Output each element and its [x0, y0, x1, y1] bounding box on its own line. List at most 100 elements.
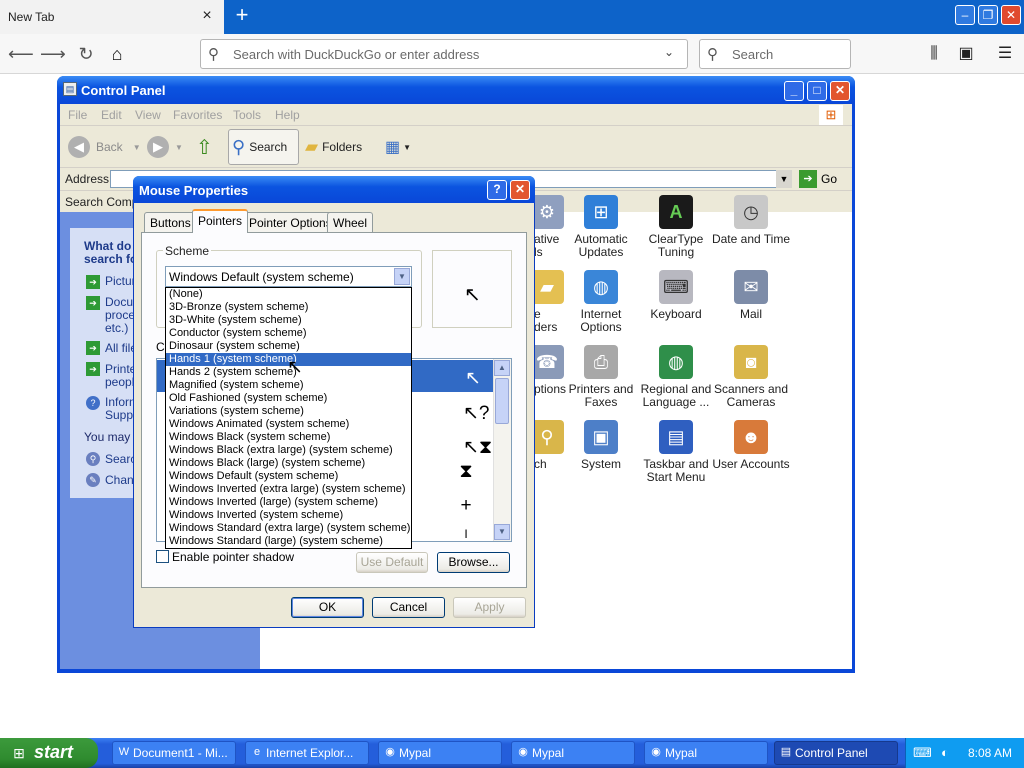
cp-item-mail[interactable]: ✉ Mail: [711, 270, 791, 321]
scheme-option[interactable]: Conductor (system scheme): [166, 327, 411, 340]
network-tray-icon[interactable]: ◐: [941, 745, 949, 760]
address-dropdown-icon[interactable]: ▼: [776, 170, 792, 188]
search-button[interactable]: ⚲ Search: [232, 134, 287, 160]
menu-favorites[interactable]: Favorites: [173, 108, 222, 122]
scheme-option[interactable]: Windows Animated (system scheme): [166, 418, 411, 431]
reload-icon[interactable]: ↻: [74, 42, 98, 66]
scroll-up-icon[interactable]: ▲: [494, 360, 510, 376]
scheme-option[interactable]: Windows Inverted (extra large) (system s…: [166, 483, 411, 496]
cp-item-date-and-time[interactable]: ◷ Date and Time: [711, 195, 791, 246]
sidebar-icon[interactable]: ▣: [955, 43, 977, 65]
menu-icon[interactable]: ☰: [994, 43, 1016, 65]
chevron-down-icon: ▼: [132, 142, 141, 152]
cp-item-regional-language[interactable]: ◍ Regional and Language ...: [636, 345, 716, 409]
forward-button[interactable]: ▶ ▼: [147, 134, 183, 160]
task-link-printers[interactable]: Printe peopl: [105, 363, 136, 389]
search-bar[interactable]: Search: [699, 39, 851, 69]
cp-item-taskbar-start-menu[interactable]: ▤ Taskbar and Start Menu: [636, 420, 716, 484]
scheme-option[interactable]: Variations (system scheme): [166, 405, 411, 418]
search-icon: ⚲: [707, 46, 718, 63]
scheme-option[interactable]: 3D-Bronze (system scheme): [166, 301, 411, 314]
restore-window-button[interactable]: ❐: [978, 5, 998, 25]
close-tab-icon[interactable]: ×: [200, 8, 214, 24]
pointer-shadow-checkbox[interactable]: [156, 550, 169, 563]
scheme-select[interactable]: Windows Default (system scheme): [165, 266, 412, 287]
help-button[interactable]: ?: [487, 180, 507, 200]
back-arrow-icon[interactable]: ⟵: [8, 42, 34, 66]
forward-arrow-icon[interactable]: ⟶: [40, 42, 66, 66]
task-link-pictures[interactable]: Pictur: [105, 275, 136, 287]
scheme-option[interactable]: Dinosaur (system scheme): [166, 340, 411, 353]
back-button[interactable]: ◀ Back ▼: [68, 134, 141, 160]
tab-pointers[interactable]: Pointers: [192, 209, 249, 233]
chevron-down-icon[interactable]: ⌄: [664, 45, 674, 59]
windows-logo-icon: ⊞: [819, 105, 843, 125]
arrow-icon: ➔: [86, 275, 100, 289]
new-tab-icon[interactable]: +: [232, 4, 252, 26]
up-folder-icon[interactable]: ⇧: [196, 134, 213, 160]
scheme-option[interactable]: Windows Inverted (large) (system scheme): [166, 496, 411, 509]
scheme-option[interactable]: Windows Inverted (system scheme): [166, 509, 411, 522]
dialog-titlebar[interactable]: Mouse Properties: [133, 176, 535, 203]
scheme-option[interactable]: 3D-White (system scheme): [166, 314, 411, 327]
library-icon[interactable]: ⫼: [923, 43, 945, 65]
keyboard-tray-icon[interactable]: ⌨: [913, 745, 932, 761]
cp-item-keyboard[interactable]: ⌨ Keyboard: [636, 270, 716, 321]
scheme-option[interactable]: Windows Standard (extra large) (system s…: [166, 522, 411, 535]
address-label: Address: [65, 172, 110, 186]
url-bar[interactable]: Search with DuckDuckGo or enter address: [200, 39, 688, 69]
scheme-option[interactable]: Old Fashioned (system scheme): [166, 392, 411, 405]
maximize-button[interactable]: □: [807, 81, 827, 101]
cp-item-user-accounts[interactable]: ☻ User Accounts: [711, 420, 791, 471]
menu-help[interactable]: Help: [275, 108, 300, 122]
folders-button[interactable]: ▰ Folders: [305, 134, 362, 160]
control-panel-titlebar[interactable]: Control Panel: [57, 76, 855, 104]
cp-item-printers-and-faxes[interactable]: ⎙ Printers and Faxes: [561, 345, 641, 409]
taskbar-icon: ▤: [659, 420, 693, 454]
search-icon: ⚲: [208, 46, 219, 63]
cp-item-automatic-updates[interactable]: ⊞ Automatic Updates: [561, 195, 641, 259]
scheme-option[interactable]: Windows Black (system scheme): [166, 431, 411, 444]
scheme-option[interactable]: Windows Black (extra large) (system sche…: [166, 444, 411, 457]
close-button[interactable]: ✕: [830, 81, 850, 101]
close-window-button[interactable]: ✕: [1001, 5, 1021, 25]
minimize-window-button[interactable]: –: [955, 5, 975, 25]
cp-item-system[interactable]: ▣ System: [561, 420, 641, 471]
menu-tools[interactable]: Tools: [233, 108, 261, 122]
cp-item-internet-options[interactable]: ◍ Internet Options: [561, 270, 641, 334]
menu-file[interactable]: File: [68, 108, 87, 122]
scheme-option[interactable]: Windows Standard (large) (system scheme): [166, 535, 411, 548]
tab-pointer-options[interactable]: Pointer Options: [243, 212, 338, 232]
cp-item-scanners-cameras[interactable]: ◙ Scanners and Cameras: [711, 345, 791, 409]
keyboard-icon: ⌨: [659, 270, 693, 304]
cancel-button[interactable]: Cancel: [372, 597, 445, 618]
ok-button[interactable]: OK: [291, 597, 364, 618]
go-button[interactable]: Go: [821, 172, 837, 186]
dialog-close-button[interactable]: ✕: [510, 180, 530, 200]
scheme-option[interactable]: Magnified (system scheme): [166, 379, 411, 392]
scroll-thumb[interactable]: [495, 378, 509, 424]
go-arrow-icon[interactable]: ➔: [799, 170, 817, 188]
tab-buttons[interactable]: Buttons: [144, 212, 197, 232]
url-placeholder: Search with DuckDuckGo or enter address: [233, 46, 480, 62]
scroll-down-icon[interactable]: ▼: [494, 524, 510, 540]
minimize-button[interactable]: _: [784, 81, 804, 101]
chevron-down-icon[interactable]: ▼: [394, 268, 410, 285]
scheme-option[interactable]: Windows Black (large) (system scheme): [166, 457, 411, 470]
windows-shield-icon: ⊞: [584, 195, 618, 229]
browse-button[interactable]: Browse...: [437, 552, 510, 573]
apply-button[interactable]: Apply: [453, 597, 526, 618]
tab-new-tab[interactable]: New Tab: [0, 0, 224, 34]
settings-icon: ✎: [86, 473, 100, 487]
customize-label: C: [156, 340, 165, 354]
use-default-button[interactable]: Use Default: [356, 552, 428, 573]
cp-item-cleartype-tuning[interactable]: A ClearType Tuning: [636, 195, 716, 259]
menu-view[interactable]: View: [135, 108, 161, 122]
scheme-option[interactable]: (None): [166, 288, 411, 301]
folder-icon: ▰: [530, 270, 564, 304]
tab-wheel[interactable]: Wheel: [327, 212, 374, 232]
views-button[interactable]: ▦ ▼: [385, 134, 411, 160]
menu-edit[interactable]: Edit: [101, 108, 122, 122]
scheme-option[interactable]: Windows Default (system scheme): [166, 470, 411, 483]
home-icon[interactable]: ⌂: [105, 42, 129, 66]
